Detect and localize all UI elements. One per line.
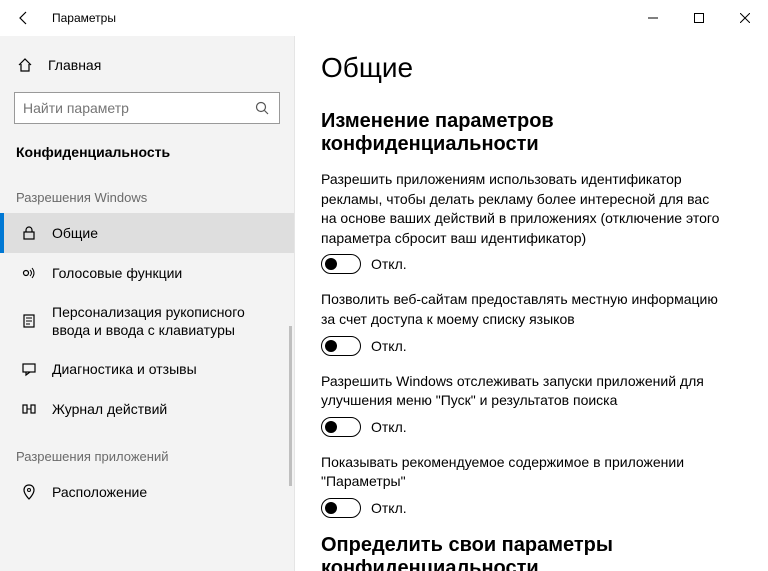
setting-description: Разрешить Windows отслеживать запуски пр… — [321, 372, 728, 411]
main-content: Общие Изменение параметров конфиденциаль… — [295, 36, 768, 571]
setting-description: Показывать рекомендуемое содержимое в пр… — [321, 453, 728, 492]
nav-label: Голосовые функции — [52, 264, 278, 282]
toggle-suggested-content[interactable] — [321, 498, 361, 518]
back-button[interactable] — [12, 11, 36, 25]
search-input[interactable] — [23, 100, 253, 116]
nav-label: Общие — [52, 224, 278, 242]
clipboard-icon — [20, 312, 38, 330]
toggle-state-label: Откл. — [371, 338, 407, 354]
nav-item-speech[interactable]: Голосовые функции — [0, 253, 294, 293]
nav-item-inking[interactable]: Персонализация рукописного ввода и ввода… — [0, 293, 294, 349]
nav-item-activity-history[interactable]: Журнал действий — [0, 389, 294, 429]
setting-language-list: Позволить веб-сайтам предоставлять местн… — [321, 290, 728, 355]
section-heading-know-privacy: Определить свои параметры конфиденциальн… — [321, 534, 728, 571]
section-header-windows-permissions: Разрешения Windows — [0, 170, 294, 213]
nav-label: Журнал действий — [52, 400, 278, 418]
setting-app-launches: Разрешить Windows отслеживать запуски пр… — [321, 372, 728, 437]
activity-history-icon — [20, 400, 38, 418]
home-icon — [16, 56, 34, 74]
feedback-icon — [20, 360, 38, 378]
toggle-language-list[interactable] — [321, 336, 361, 356]
setting-description: Разрешить приложениям использовать идент… — [321, 170, 728, 248]
nav-label: Диагностика и отзывы — [52, 360, 278, 378]
toggle-advertising-id[interactable] — [321, 254, 361, 274]
location-icon — [20, 483, 38, 501]
category-label: Конфиденциальность — [0, 130, 294, 170]
toggle-state-label: Откл. — [371, 256, 407, 272]
window-title: Параметры — [52, 11, 116, 25]
toggle-state-label: Откл. — [371, 419, 407, 435]
home-button[interactable]: Главная — [0, 48, 294, 82]
setting-description: Позволить веб-сайтам предоставлять местн… — [321, 290, 728, 329]
toggle-app-launches[interactable] — [321, 417, 361, 437]
nav-item-location[interactable]: Расположение — [0, 472, 294, 512]
home-label: Главная — [48, 57, 101, 73]
lock-icon — [20, 224, 38, 242]
search-icon — [253, 99, 271, 117]
setting-suggested-content: Показывать рекомендуемое содержимое в пр… — [321, 453, 728, 518]
nav-item-diagnostics[interactable]: Диагностика и отзывы — [0, 349, 294, 389]
titlebar: Параметры — [0, 0, 768, 36]
nav-label: Персонализация рукописного ввода и ввода… — [52, 303, 278, 339]
close-button[interactable] — [722, 0, 768, 36]
setting-advertising-id: Разрешить приложениям использовать идент… — [321, 170, 728, 274]
sidebar: Главная Конфиденциальность Разрешения Wi… — [0, 36, 295, 571]
section-heading-privacy-options: Изменение параметров конфиденциальности — [321, 110, 728, 156]
speech-icon — [20, 264, 38, 282]
maximize-button[interactable] — [676, 0, 722, 36]
search-box[interactable] — [14, 92, 280, 124]
minimize-button[interactable] — [630, 0, 676, 36]
section-header-app-permissions: Разрешения приложений — [0, 429, 294, 472]
nav-item-general[interactable]: Общие — [0, 213, 294, 253]
page-title: Общие — [321, 52, 728, 84]
scrollbar-thumb[interactable] — [289, 326, 292, 486]
toggle-state-label: Откл. — [371, 500, 407, 516]
nav-label: Расположение — [52, 483, 278, 501]
